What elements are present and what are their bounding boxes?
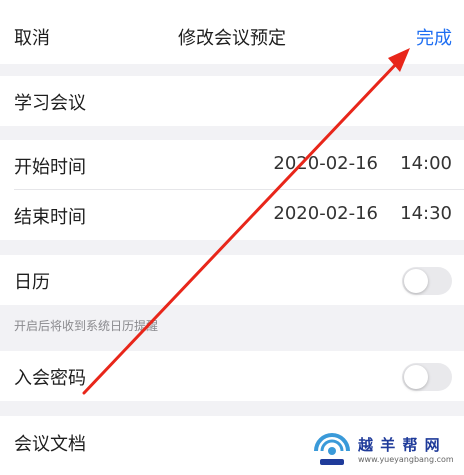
topic-row[interactable]: 学习会议	[0, 76, 464, 126]
watermark-name: 越 羊 帮 网	[358, 436, 441, 454]
password-row: 入会密码	[0, 351, 464, 401]
done-button[interactable]: 完成	[416, 24, 452, 50]
end-time-row[interactable]: 结束时间 2020-02-16 14:30	[0, 190, 464, 240]
watermark-logo-icon	[310, 429, 354, 469]
watermark-url: www.yueyangbang.com	[358, 455, 454, 464]
start-time-value[interactable]: 14:00	[400, 153, 452, 174]
navigation-bar: 取消 修改会议预定 完成	[0, 0, 464, 64]
toggle-knob	[404, 269, 428, 293]
calendar-row: 日历	[0, 255, 464, 305]
start-time-label: 开始时间	[14, 157, 86, 178]
meeting-topic[interactable]: 学习会议	[14, 89, 86, 115]
toggle-knob	[404, 365, 428, 389]
password-toggle[interactable]	[402, 363, 452, 391]
watermark: 越 羊 帮 网 www.yueyangbang.com	[310, 427, 460, 471]
start-date-value[interactable]: 2020-02-16	[273, 153, 378, 174]
end-date-value[interactable]: 2020-02-16	[273, 203, 378, 224]
end-time-value[interactable]: 14:30	[400, 203, 452, 224]
calendar-label: 日历	[14, 272, 50, 293]
password-label: 入会密码	[14, 368, 86, 389]
meeting-edit-screen: 取消 修改会议预定 完成 学习会议 开始时间 2020-02-16 14:00 …	[0, 0, 464, 475]
calendar-hint: 开启后将收到系统日历提醒	[14, 319, 159, 333]
calendar-toggle[interactable]	[402, 267, 452, 295]
documents-label: 会议文档	[14, 434, 86, 455]
page-title: 修改会议预定	[178, 28, 286, 49]
end-time-label: 结束时间	[14, 207, 86, 228]
cancel-button[interactable]: 取消	[14, 24, 50, 50]
start-time-row[interactable]: 开始时间 2020-02-16 14:00	[0, 140, 464, 190]
